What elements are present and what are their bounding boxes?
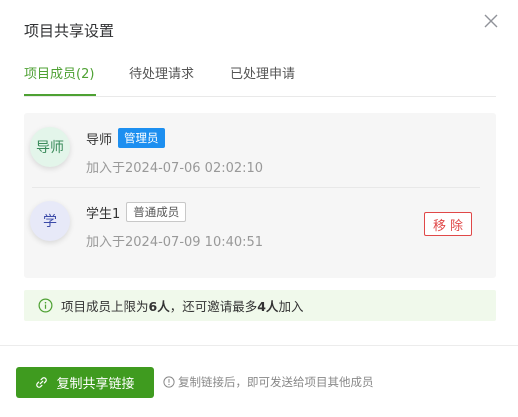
copy-button-label: 复制共享链接 xyxy=(56,377,135,392)
avatar: 导师 xyxy=(30,127,70,167)
close-icon[interactable] xyxy=(482,12,500,30)
joined-time: 加入于2024-07-06 02:02:10 xyxy=(86,161,264,176)
copy-hint: 复制链接后，即可发送给项目其他成员 xyxy=(163,374,374,390)
notice-remaining: 4人 xyxy=(257,299,279,314)
notice-limit: 6人 xyxy=(148,299,170,314)
copy-share-link-button[interactable]: 复制共享链接 xyxy=(16,367,154,398)
member-row: 学 学生1 普通成员 加入于2024-07-09 10:40:51 移除 xyxy=(24,187,496,261)
dialog-title: 项目共享设置 xyxy=(24,22,115,40)
tab-project-members[interactable]: 项目成员(2) xyxy=(24,66,94,84)
notice-suffix: 加入 xyxy=(278,299,304,314)
joined-time: 加入于2024-07-09 10:40:51 xyxy=(86,235,264,250)
link-icon xyxy=(36,377,48,388)
tab-processed-applications[interactable]: 已处理申请 xyxy=(230,66,295,84)
role-badge-normal: 普通成员 xyxy=(126,202,187,222)
member-name: 学生1 xyxy=(86,206,121,222)
role-badge-admin: 管理员 xyxy=(118,128,165,148)
share-settings-dialog: 项目共享设置 项目成员(2) 待处理请求 已处理申请 导师 导师 管理员 加入于… xyxy=(0,0,518,417)
remove-member-button[interactable]: 移除 xyxy=(424,212,472,236)
member-limit-notice: 项目成员上限为 6人 ，还可邀请最多 4人 加入 xyxy=(24,290,496,321)
active-tab-indicator xyxy=(24,94,96,96)
hint-text: 复制链接后，即可发送给项目其他成员 xyxy=(178,375,374,389)
member-row: 导师 导师 管理员 加入于2024-07-06 02:02:10 xyxy=(24,113,496,187)
member-name: 导师 xyxy=(86,132,113,148)
notice-middle: ，还可邀请最多 xyxy=(169,299,258,314)
footer-divider xyxy=(0,345,518,346)
info-icon xyxy=(38,298,53,313)
member-list: 导师 导师 管理员 加入于2024-07-06 02:02:10 学 学生1 普… xyxy=(24,113,496,278)
info-icon xyxy=(163,376,175,388)
avatar: 学 xyxy=(30,201,70,241)
notice-prefix: 项目成员上限为 xyxy=(61,299,149,314)
tab-bar: 项目成员(2) 待处理请求 已处理申请 xyxy=(24,60,496,97)
tab-pending-requests[interactable]: 待处理请求 xyxy=(129,66,194,84)
